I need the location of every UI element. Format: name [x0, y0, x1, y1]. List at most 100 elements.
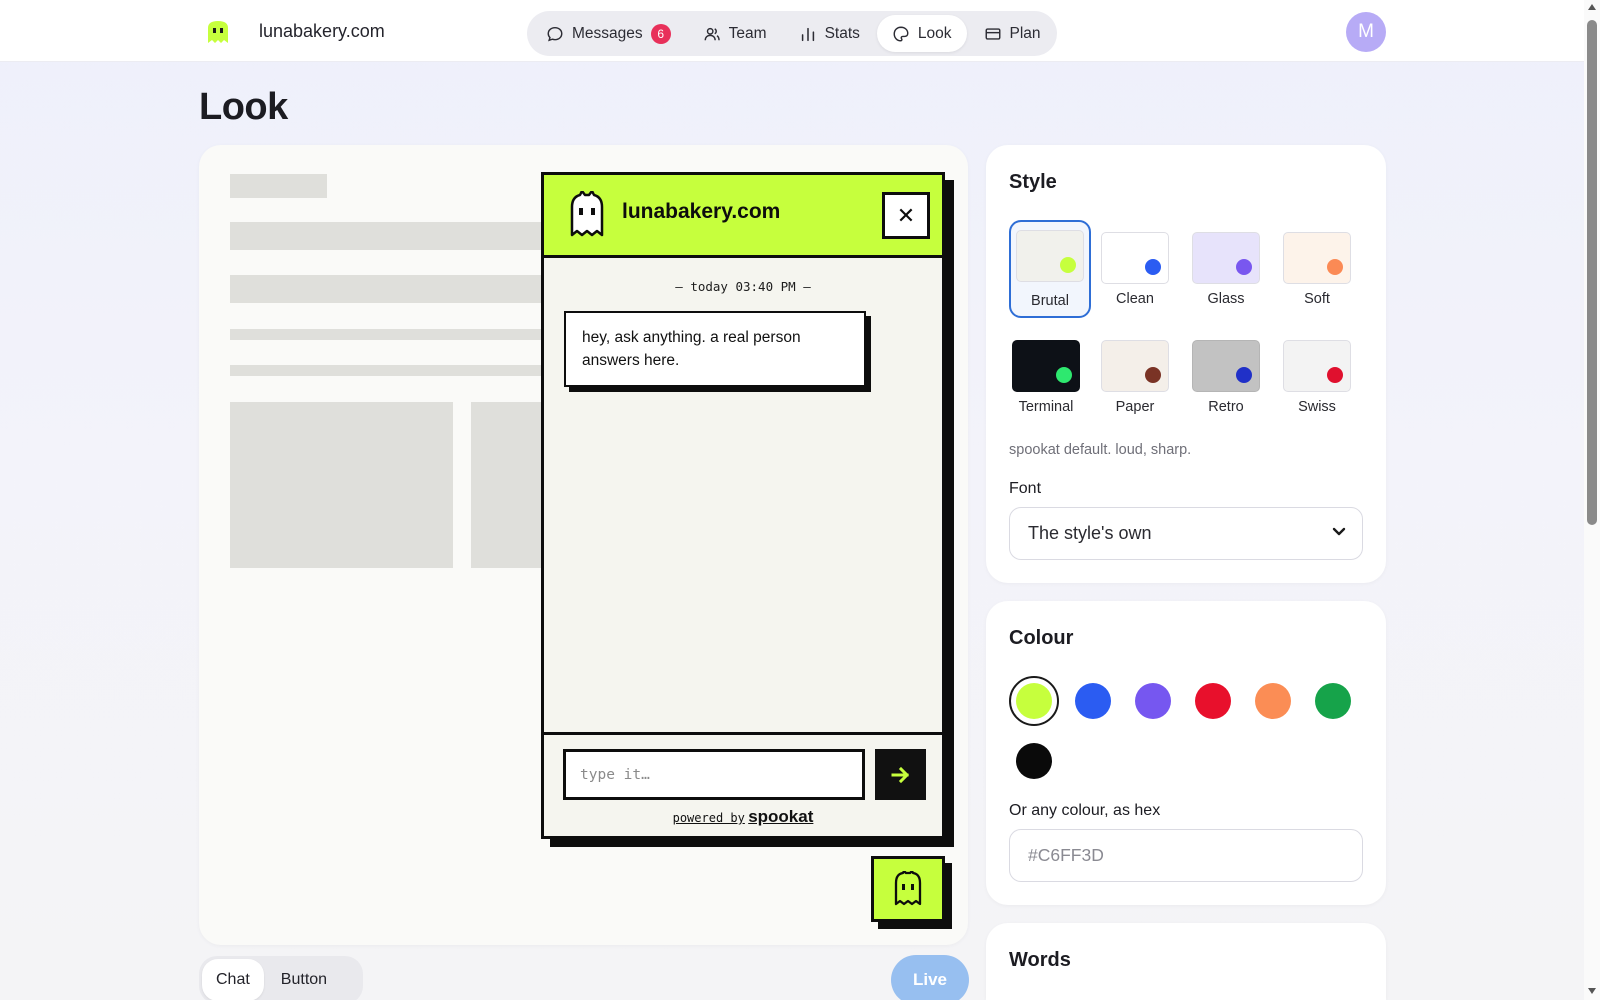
- style-swatch: [1283, 232, 1351, 284]
- brand-wordmark: spookat: [748, 807, 814, 826]
- style-option-soft[interactable]: Soft: [1271, 220, 1353, 318]
- hex-colour-input[interactable]: #C6FF3D: [1009, 829, 1363, 882]
- send-button[interactable]: [875, 749, 926, 800]
- colour-swatch-red[interactable]: [1195, 683, 1231, 719]
- card-icon: [985, 27, 1000, 40]
- ghost-mascot-icon: [570, 191, 604, 237]
- style-option-terminal[interactable]: Terminal: [1000, 328, 1082, 426]
- colour-swatch-blue[interactable]: [1075, 683, 1111, 719]
- bar-chart-icon: [801, 27, 814, 41]
- style-label: Paper: [1115, 399, 1155, 415]
- style-dot: [1145, 259, 1161, 275]
- skeleton-line: [230, 174, 327, 198]
- preview-mode-chat[interactable]: Chat: [202, 959, 264, 1000]
- colour-swatch-orange[interactable]: [1255, 683, 1291, 719]
- style-label: Soft: [1304, 291, 1330, 307]
- style-dot: [1056, 367, 1072, 383]
- skeleton-line: [230, 275, 550, 303]
- chat-input-area: type it… powered by spookat: [544, 732, 942, 836]
- scroll-down-arrow-icon[interactable]: [1588, 988, 1596, 994]
- style-dot: [1145, 367, 1161, 383]
- skeleton-line: [230, 365, 550, 376]
- greeting-message-bubble: hey, ask anything. a real person answers…: [564, 311, 866, 387]
- hex-colour-label: Or any colour, as hex: [1009, 802, 1161, 819]
- arrow-right-icon: [891, 766, 909, 783]
- nav-stats-label: Stats: [824, 24, 860, 42]
- users-icon: [704, 27, 720, 40]
- style-dot: [1327, 259, 1343, 275]
- ghost-logo-icon: [208, 21, 228, 43]
- style-option-glass[interactable]: Glass: [1180, 220, 1262, 318]
- colour-swatch-black[interactable]: [1016, 743, 1052, 779]
- colour-swatch-violet[interactable]: [1135, 683, 1171, 719]
- nav-team[interactable]: Team: [688, 15, 782, 52]
- powered-by-link[interactable]: powered by spookat: [544, 807, 942, 827]
- style-description: spookat default. loud, sharp.: [1009, 442, 1192, 458]
- style-dot: [1236, 259, 1252, 275]
- scrollbar-thumb[interactable]: [1587, 20, 1597, 525]
- font-select-value: The style's own: [1028, 523, 1152, 543]
- skeleton-block: [471, 402, 551, 568]
- nav-plan[interactable]: Plan: [969, 15, 1056, 52]
- style-swatch: [1101, 340, 1169, 392]
- style-swatch: [1012, 340, 1080, 392]
- message-input[interactable]: type it…: [563, 749, 865, 800]
- nav-stats[interactable]: Stats: [784, 15, 875, 52]
- colour-swatch-green[interactable]: [1315, 683, 1351, 719]
- words-panel-title: Words: [1009, 949, 1071, 971]
- main-nav: Messages 6 Team Stats Look Plan: [527, 11, 1057, 56]
- style-swatch: [1101, 232, 1169, 284]
- style-swatch: [1192, 340, 1260, 392]
- style-panel: Style Brutal Clean Glass Soft Terminal P…: [986, 145, 1386, 583]
- preview-mode-toggle: Chat Button: [199, 956, 363, 1000]
- launcher-button[interactable]: [871, 856, 945, 922]
- colour-panel-title: Colour: [1009, 627, 1074, 649]
- colour-panel: Colour Or any colour, as hex #C6FF3D: [986, 601, 1386, 905]
- colour-swatch-lime[interactable]: [1016, 683, 1052, 719]
- style-label: Retro: [1208, 399, 1244, 415]
- style-dot: [1327, 367, 1343, 383]
- skeleton-block: [230, 402, 453, 568]
- nav-look[interactable]: Look: [876, 15, 967, 52]
- scroll-up-arrow-icon[interactable]: [1588, 4, 1596, 10]
- style-option-paper[interactable]: Paper: [1089, 328, 1171, 426]
- style-label: Glass: [1207, 291, 1245, 307]
- style-swatch: [1283, 340, 1351, 392]
- chat-widget: lunabakery.com ✕ — today 03:40 PM — hey,…: [541, 172, 945, 839]
- style-option-retro[interactable]: Retro: [1180, 328, 1262, 426]
- chat-bubble-icon: [547, 26, 563, 41]
- font-label: Font: [1009, 480, 1042, 497]
- nav-look-label: Look: [917, 24, 952, 42]
- style-dot: [1060, 257, 1076, 273]
- page-title: Look: [199, 86, 288, 128]
- chat-widget-header: lunabakery.com ✕: [544, 175, 942, 258]
- preview-mode-button[interactable]: Button: [267, 959, 341, 1000]
- ghost-mascot-icon: [894, 871, 922, 906]
- skeleton-line: [230, 329, 550, 340]
- nav-plan-label: Plan: [1009, 24, 1041, 42]
- style-option-clean[interactable]: Clean: [1089, 220, 1171, 318]
- nav-team-label: Team: [728, 24, 767, 42]
- message-timestamp: — today 03:40 PM —: [675, 279, 811, 294]
- chat-widget-title: lunabakery.com: [622, 200, 781, 223]
- powered-by-text: powered by: [672, 811, 745, 825]
- nav-messages[interactable]: Messages 6: [531, 15, 686, 52]
- close-button[interactable]: ✕: [882, 192, 930, 239]
- style-label: Brutal: [1031, 293, 1069, 309]
- style-option-swiss[interactable]: Swiss: [1271, 328, 1353, 426]
- font-select[interactable]: The style's own: [1009, 507, 1363, 560]
- messages-count-badge: 6: [650, 23, 671, 44]
- style-option-brutal[interactable]: Brutal: [1009, 220, 1091, 318]
- close-icon: ✕: [896, 202, 916, 228]
- style-dot: [1236, 367, 1252, 383]
- style-panel-title: Style: [1009, 171, 1057, 193]
- palette-icon: [893, 26, 909, 41]
- site-name: lunabakery.com: [259, 21, 385, 41]
- live-button[interactable]: Live: [891, 955, 969, 1000]
- skeleton-line: [230, 222, 550, 250]
- user-avatar[interactable]: M: [1346, 12, 1386, 52]
- nav-messages-label: Messages: [572, 24, 643, 42]
- chevron-down-icon: [1332, 527, 1346, 536]
- top-bar: lunabakery.com Messages 6 Team Stats Loo…: [0, 0, 1584, 62]
- style-swatch: [1016, 230, 1084, 282]
